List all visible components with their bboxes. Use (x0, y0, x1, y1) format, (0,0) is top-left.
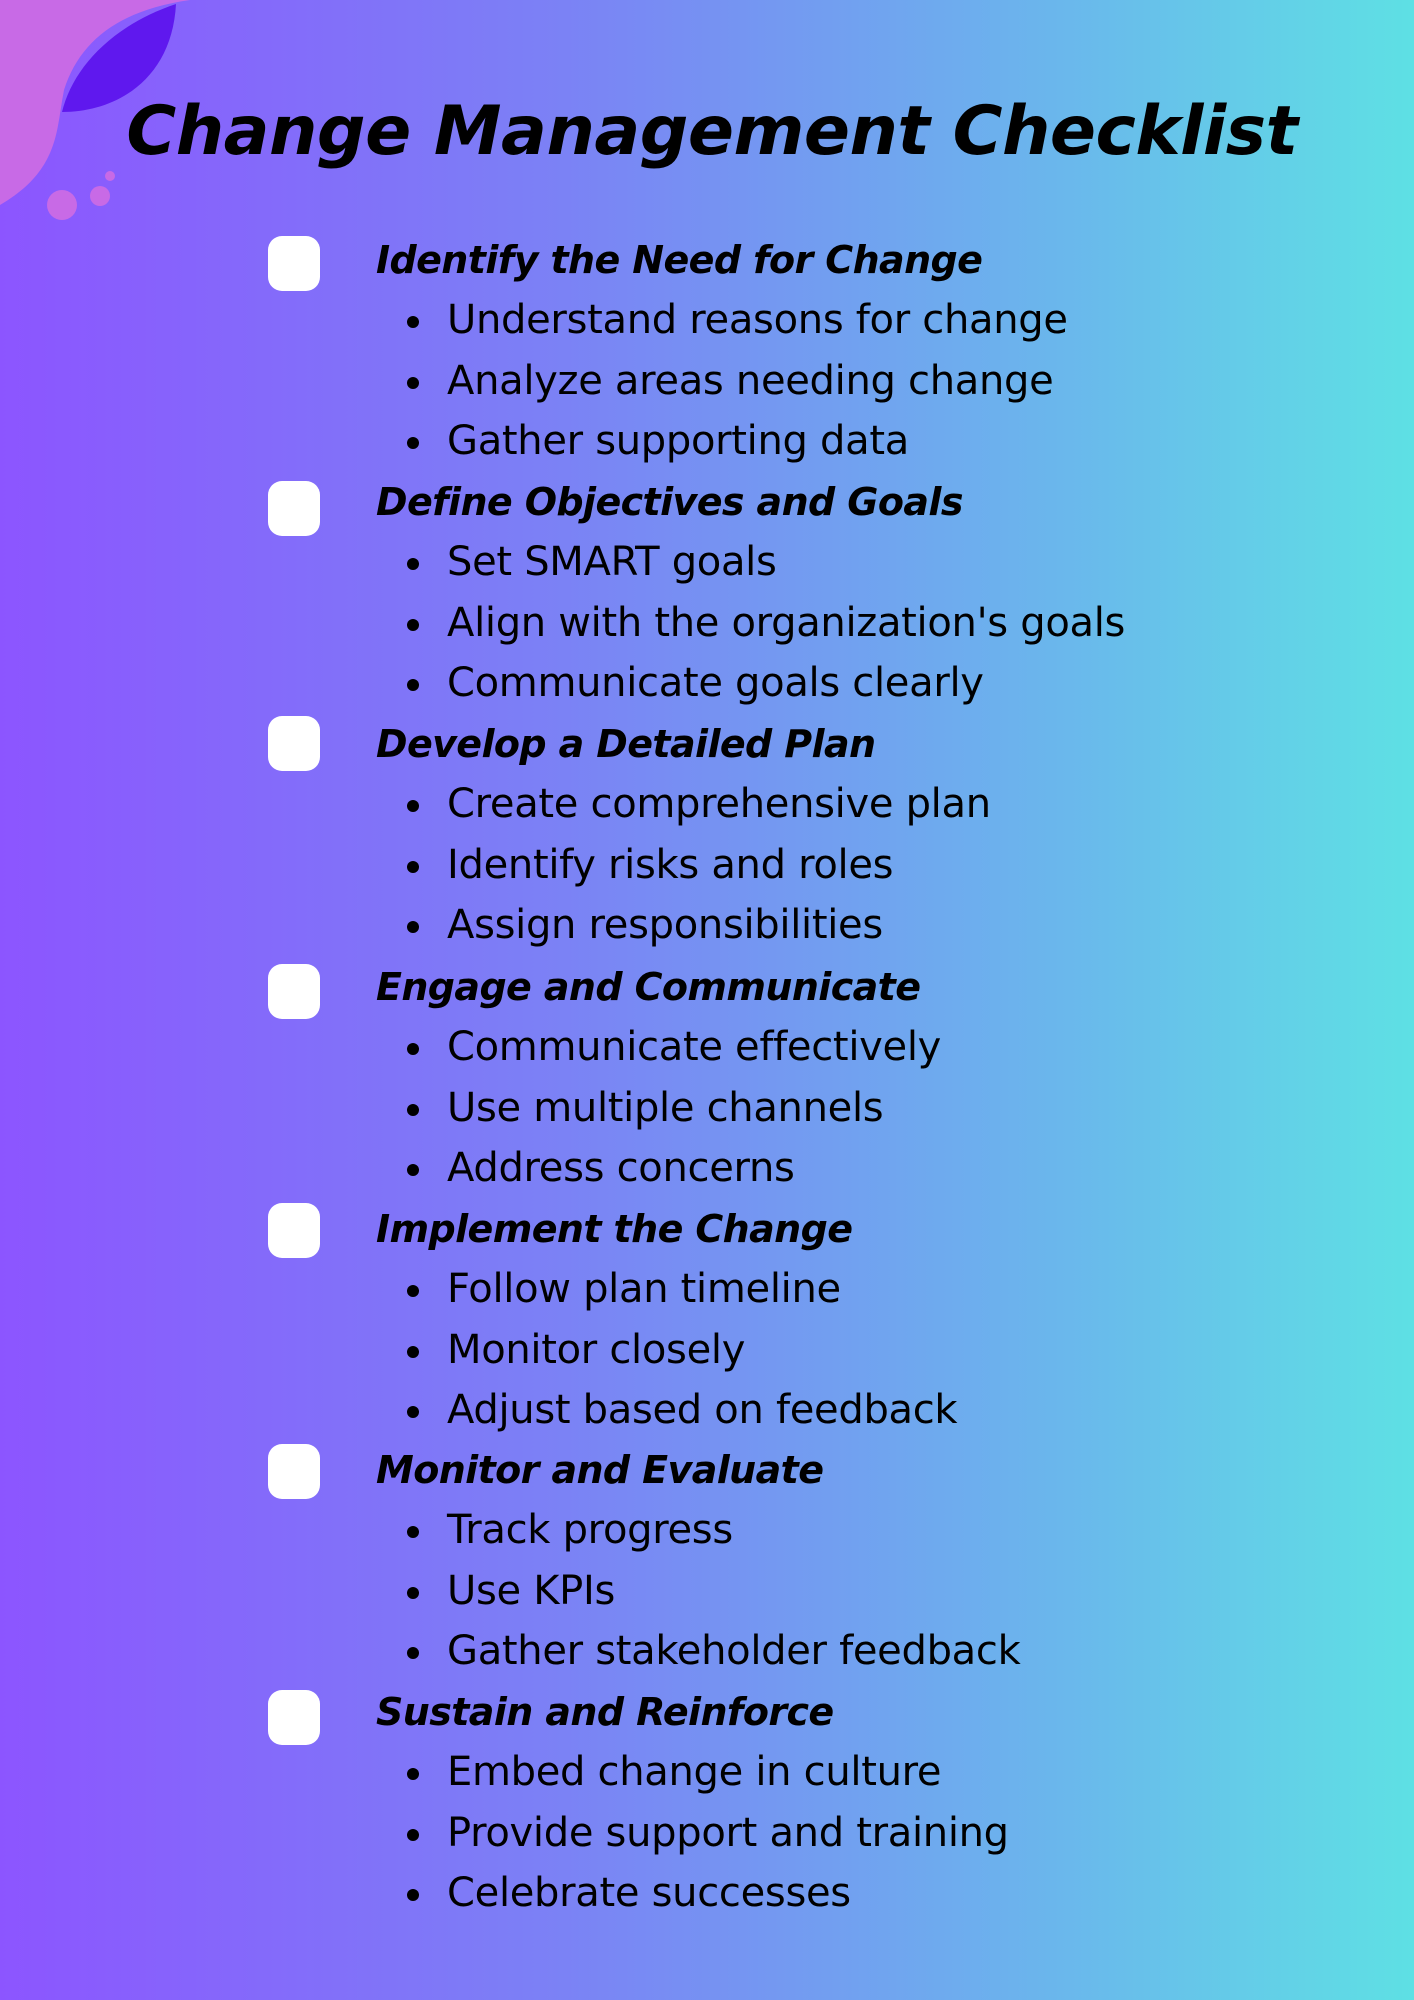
bullet-icon (407, 1406, 419, 1418)
list-item: Track progress (396, 1500, 1020, 1561)
bullet-list: Communicate effectively Use multiple chan… (396, 1017, 941, 1199)
list-item-text: Adjust based on feedback (447, 1387, 958, 1433)
bullet-icon (407, 1828, 419, 1841)
bullet-icon (407, 1164, 419, 1176)
list-item: Use KPIs (396, 1561, 1020, 1622)
checkbox[interactable] (268, 1444, 320, 1499)
bullet-icon (407, 1043, 419, 1055)
list-item-text: Use KPIs (447, 1567, 616, 1614)
list-item-text: Gather stakeholder feedback (447, 1628, 1021, 1674)
list-item: Follow plan timeline (396, 1259, 957, 1320)
list-item-text: Communicate goals clearly (447, 660, 984, 706)
bullet-icon (407, 376, 419, 389)
section-heading: Define Objectives and Goals (376, 480, 963, 524)
list-item-text: Assign responsibilities (447, 902, 883, 948)
list-item: Address concerns (396, 1138, 941, 1199)
list-item-text: Analyze areas needing change (447, 357, 1054, 404)
bullet-icon (407, 1647, 419, 1659)
list-item: Adjust based on feedback (396, 1380, 958, 1441)
bullet-icon (407, 1526, 419, 1538)
list-item: Assign responsibilities (396, 895, 991, 956)
list-item-text: Create comprehensive plan (447, 781, 991, 827)
list-item-text: Identify risks and roles (447, 841, 894, 888)
list-item-text: Use multiple channels (447, 1084, 884, 1131)
section-heading: Sustain and Reinforce (376, 1690, 834, 1734)
section-heading: Identify the Need for Change (376, 238, 983, 282)
bullet-list: Set SMART goals Align with the organizati… (396, 532, 1125, 714)
list-item: Celebrate successes (396, 1863, 1009, 1924)
list-item: Create comprehensive plan (396, 774, 991, 835)
list-item: Use multiple channels (396, 1078, 941, 1139)
checkbox[interactable] (268, 236, 320, 291)
list-item-text: Celebrate successes (447, 1870, 851, 1916)
bullet-icon (407, 921, 419, 933)
bullet-icon (407, 1586, 419, 1599)
bullet-list: Create comprehensive plan Identify risks … (396, 774, 991, 956)
bullet-icon (407, 558, 419, 570)
bullet-icon (407, 437, 419, 449)
bullet-icon (407, 618, 419, 631)
list-item: Identify risks and roles (396, 835, 991, 896)
section-heading: Monitor and Evaluate (376, 1448, 824, 1492)
list-item-text: Monitor closely (447, 1326, 746, 1373)
list-item: Gather supporting data (396, 411, 1068, 472)
bullet-icon (407, 1345, 419, 1358)
list-item-text: Align with the organization's goals (447, 599, 1126, 646)
section-heading: Implement the Change (376, 1207, 853, 1251)
bubble-small (105, 171, 115, 181)
bullet-list: Understand reasons for change Analyze are… (396, 290, 1068, 472)
list-item: Understand reasons for change (396, 290, 1068, 351)
page-title: Change Management Checklist (126, 92, 1298, 171)
list-item-text: Address concerns (447, 1145, 795, 1191)
list-item: Communicate effectively (396, 1017, 941, 1078)
bullet-icon (407, 860, 419, 873)
list-item: Set SMART goals (396, 532, 1125, 593)
list-item-text: Set SMART goals (447, 539, 777, 585)
bullet-icon (407, 679, 419, 691)
checkbox[interactable] (268, 964, 320, 1019)
list-item-text: Understand reasons for change (447, 297, 1068, 343)
bullet-list: Follow plan timeline Monitor closely Adjus… (396, 1259, 958, 1441)
list-item-text: Track progress (447, 1507, 733, 1553)
list-item-text: Communicate effectively (447, 1024, 941, 1070)
bullet-icon (407, 1768, 419, 1780)
bullet-icon (407, 1285, 419, 1297)
bullet-icon (407, 1889, 419, 1901)
list-item-text: Embed change in culture (447, 1749, 942, 1795)
bullet-icon (407, 316, 419, 328)
list-item: Communicate goals clearly (396, 653, 1125, 714)
bubble-large (47, 190, 77, 220)
checkbox[interactable] (268, 716, 320, 771)
bullet-icon (407, 1103, 419, 1116)
bullet-icon (407, 800, 419, 812)
list-item-text: Follow plan timeline (447, 1266, 841, 1312)
checkbox[interactable] (268, 1690, 320, 1745)
list-item: Embed change in culture (396, 1742, 1009, 1803)
list-item: Align with the organization's goals (396, 593, 1125, 654)
checkbox[interactable] (268, 481, 320, 536)
list-item: Monitor closely (396, 1320, 957, 1381)
list-item-text: Provide support and training (447, 1809, 1009, 1856)
bullet-list: Track progress Use KPIs Gather stakeholder… (396, 1500, 1021, 1682)
list-item: Analyze areas needing change (396, 351, 1068, 412)
bullet-list: Embed change in culture Provide support a… (396, 1742, 1009, 1924)
checkbox[interactable] (268, 1203, 320, 1258)
section-heading: Develop a Detailed Plan (376, 722, 876, 766)
list-item: Provide support and training (396, 1803, 1009, 1864)
list-item-text: Gather supporting data (447, 418, 909, 464)
section-heading: Engage and Communicate (376, 965, 921, 1009)
list-item: Gather stakeholder feedback (396, 1621, 1021, 1682)
bubble-medium (90, 186, 110, 206)
